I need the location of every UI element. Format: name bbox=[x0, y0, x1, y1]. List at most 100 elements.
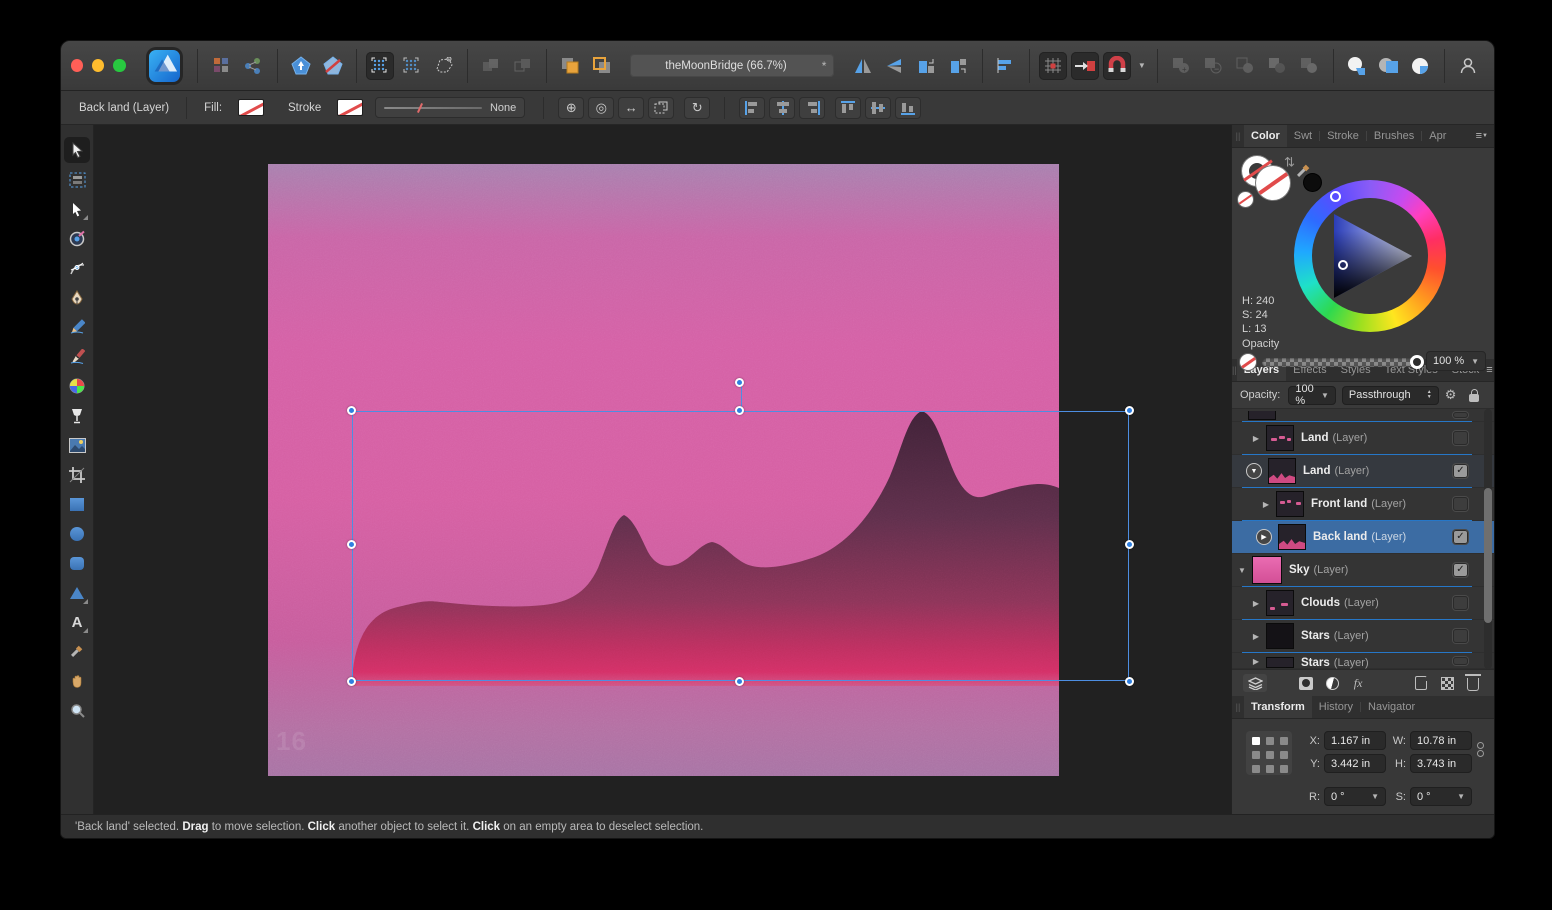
fill-gradient-tool[interactable] bbox=[64, 373, 90, 399]
link-dimensions-icon[interactable] bbox=[1477, 741, 1484, 758]
layer-visibility-checkbox[interactable] bbox=[1453, 657, 1468, 665]
stroke-width-slider[interactable] bbox=[384, 107, 482, 109]
move-to-back-icon[interactable] bbox=[588, 52, 616, 80]
align-right-icon[interactable] bbox=[799, 97, 825, 119]
tab-history[interactable]: History bbox=[1312, 696, 1360, 718]
tab-brushes[interactable]: Brushes bbox=[1367, 125, 1421, 147]
transform-objects-icon[interactable]: ↔ bbox=[618, 97, 644, 119]
boolean-combine-icon[interactable] bbox=[1296, 52, 1324, 80]
color-format-icon[interactable] bbox=[207, 52, 235, 80]
layer-visibility-checkbox[interactable]: ✓ bbox=[1453, 464, 1468, 478]
expand-arrow-icon[interactable]: ▶ bbox=[1250, 657, 1262, 666]
handle-mid-right[interactable] bbox=[1125, 540, 1134, 549]
tab-navigator[interactable]: Navigator bbox=[1361, 696, 1422, 718]
layer-row-clipped[interactable] bbox=[1232, 409, 1494, 422]
account-person-icon[interactable] bbox=[1454, 52, 1482, 80]
tab-color[interactable]: Color bbox=[1244, 125, 1287, 147]
layer-effects-fx-icon[interactable]: fx bbox=[1348, 674, 1368, 692]
snapping-magnet-icon[interactable] bbox=[1103, 52, 1131, 80]
opacity-slider-knob[interactable] bbox=[1410, 355, 1424, 369]
align-middle-v-icon[interactable] bbox=[865, 97, 891, 119]
layer-row-clouds[interactable]: ▶ Clouds (Layer) bbox=[1232, 587, 1494, 620]
hue-marker[interactable] bbox=[1330, 191, 1341, 202]
minimize-window-button[interactable] bbox=[92, 59, 104, 72]
boolean-divide-icon[interactable] bbox=[1264, 52, 1292, 80]
tab-stroke[interactable]: Stroke bbox=[1320, 125, 1366, 147]
insert-inside-icon[interactable] bbox=[1343, 52, 1371, 80]
snap-to-object-icon[interactable] bbox=[1071, 52, 1099, 80]
layer-visibility-checkbox[interactable] bbox=[1453, 412, 1468, 418]
triangle-marker[interactable] bbox=[1338, 260, 1348, 270]
align-top-icon[interactable] bbox=[835, 97, 861, 119]
panel-menu-icon[interactable]: ≡▼ bbox=[1476, 125, 1494, 147]
layer-row-land-2[interactable]: ▼ Land (Layer) ✓ bbox=[1232, 455, 1494, 488]
tab-transform[interactable]: Transform bbox=[1244, 696, 1312, 718]
picked-color-well[interactable] bbox=[1304, 174, 1321, 191]
fill-color-swatch-none[interactable] bbox=[1256, 166, 1290, 200]
layer-row-front-land[interactable]: ▶ Front land (Layer) bbox=[1232, 488, 1494, 521]
layer-lock-icon[interactable] bbox=[1465, 386, 1483, 404]
expand-arrow-icon[interactable]: ▶ bbox=[1250, 434, 1262, 443]
stroke-width-widget[interactable]: None bbox=[375, 97, 525, 118]
rotate-cw-icon[interactable] bbox=[945, 52, 973, 80]
order-alignment-icon[interactable] bbox=[992, 52, 1020, 80]
boolean-subtract-icon[interactable]: − bbox=[1199, 52, 1227, 80]
mask-layer-icon[interactable] bbox=[1296, 674, 1316, 692]
handle-top-left[interactable] bbox=[347, 406, 356, 415]
layer-visibility-checkbox[interactable]: ✓ bbox=[1453, 530, 1468, 544]
flip-vertical-icon[interactable] bbox=[881, 52, 909, 80]
color-wheel[interactable] bbox=[1294, 180, 1446, 332]
expand-arrow-icon[interactable]: ▶ bbox=[1260, 500, 1272, 509]
enable-rotation-icon[interactable]: ↻ bbox=[684, 97, 710, 119]
ellipse-tool[interactable] bbox=[64, 521, 90, 547]
canvas-area[interactable]: 16 bbox=[94, 125, 1231, 814]
show-selection-icon[interactable]: ◎ bbox=[588, 97, 614, 119]
text-tool[interactable]: A bbox=[64, 609, 90, 635]
expand-arrow-circled-icon[interactable]: ▶ bbox=[1256, 529, 1272, 545]
layer-row-sky[interactable]: ▼ Sky (Layer) ✓ bbox=[1232, 554, 1494, 587]
shear-dropdown[interactable]: 0 ° ▼ bbox=[1410, 787, 1472, 806]
layer-visibility-checkbox[interactable] bbox=[1453, 497, 1468, 511]
selection-bounding-box[interactable] bbox=[352, 411, 1129, 681]
align-center-h-icon[interactable] bbox=[769, 97, 795, 119]
panel-menu-icon[interactable]: ≡▼ bbox=[1486, 359, 1495, 381]
node-tool[interactable] bbox=[64, 196, 90, 222]
stroke-swatch-none[interactable] bbox=[337, 99, 363, 116]
tab-appearance[interactable]: Apr bbox=[1422, 125, 1453, 147]
opacity-none-swatch[interactable] bbox=[1240, 354, 1256, 370]
marquee-grid-active-icon[interactable] bbox=[366, 52, 394, 80]
boolean-add-icon[interactable]: + bbox=[1167, 52, 1195, 80]
move-to-front-icon[interactable] bbox=[556, 52, 584, 80]
export-persona-icon[interactable] bbox=[286, 52, 314, 80]
marquee-grid-icon[interactable] bbox=[398, 52, 426, 80]
layer-visibility-checkbox[interactable] bbox=[1453, 629, 1468, 643]
secondary-swatch-none[interactable] bbox=[1238, 192, 1253, 207]
layer-visibility-checkbox[interactable]: ✓ bbox=[1453, 563, 1468, 577]
blend-mode-dropdown[interactable]: Passthrough ▲▼ bbox=[1342, 386, 1439, 405]
handle-bottom-right[interactable] bbox=[1125, 677, 1134, 686]
pen-tool[interactable] bbox=[64, 285, 90, 311]
layer-row-stars-2-clipped[interactable]: ▶ Stars (Layer) bbox=[1232, 653, 1494, 669]
snapping-dropdown-arrow[interactable]: ▼ bbox=[1135, 52, 1148, 80]
document-title[interactable]: theMoonBridge (66.7%) * bbox=[630, 54, 834, 77]
rotation-handle[interactable] bbox=[735, 378, 744, 387]
point-transform-tool[interactable] bbox=[64, 226, 90, 252]
layer-stack-icon[interactable] bbox=[1243, 674, 1267, 692]
zoom-window-button[interactable] bbox=[113, 59, 125, 72]
flip-horizontal-icon[interactable] bbox=[848, 52, 876, 80]
x-field[interactable]: 1.167 in bbox=[1324, 731, 1386, 750]
y-field[interactable]: 3.442 in bbox=[1324, 754, 1386, 773]
align-bottom-icon[interactable] bbox=[895, 97, 921, 119]
transparency-tool[interactable] bbox=[64, 403, 90, 429]
panel-grip-icon[interactable]: || bbox=[1232, 125, 1244, 147]
layer-settings-gear-icon[interactable]: ⚙ bbox=[1442, 386, 1460, 404]
layer-visibility-checkbox[interactable] bbox=[1453, 431, 1468, 445]
rotate-ccw-icon[interactable] bbox=[913, 52, 941, 80]
h-field[interactable]: 3.743 in bbox=[1410, 754, 1472, 773]
handle-bottom-center[interactable] bbox=[735, 677, 744, 686]
rectangle-tool[interactable] bbox=[64, 491, 90, 517]
handle-mid-left[interactable] bbox=[347, 540, 356, 549]
close-window-button[interactable] bbox=[71, 59, 83, 72]
new-pixel-layer-icon[interactable] bbox=[1437, 674, 1457, 692]
geometry-merge-icon[interactable] bbox=[477, 52, 505, 80]
